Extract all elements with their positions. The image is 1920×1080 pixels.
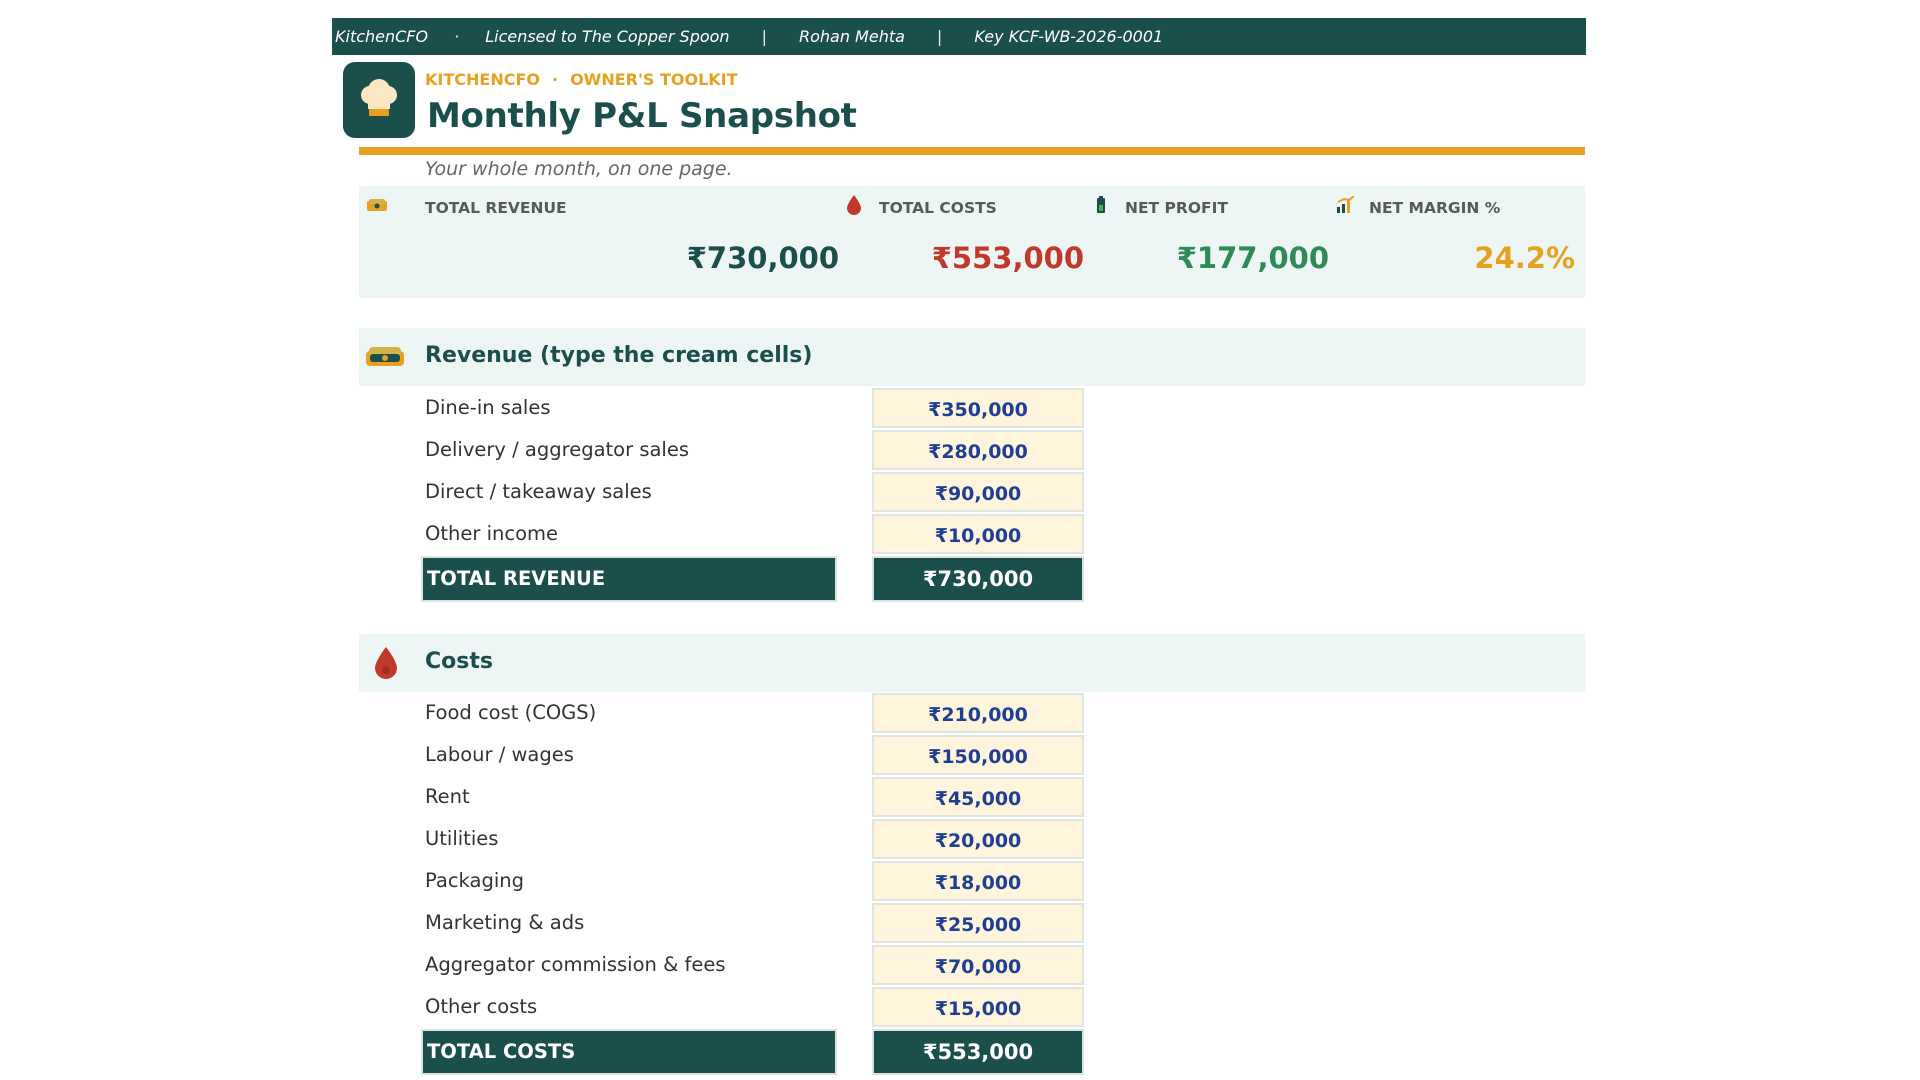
revenue-input-cell[interactable]: ₹280,000 bbox=[872, 430, 1084, 470]
cost-row-label: Other costs bbox=[425, 995, 538, 1018]
kpi-profit-label: NET PROFIT bbox=[1125, 199, 1228, 217]
license-user: Rohan Mehta bbox=[798, 27, 905, 46]
license-separator-bar: | bbox=[761, 27, 767, 46]
total-revenue-value: ₹730,000 bbox=[872, 556, 1084, 602]
cost-input-cell[interactable]: ₹45,000 bbox=[872, 777, 1084, 817]
license-licensee: Licensed to The Copper Spoon bbox=[485, 27, 730, 46]
kpi-revenue-label: TOTAL REVENUE bbox=[425, 199, 567, 217]
cost-input-cell[interactable]: ₹70,000 bbox=[872, 945, 1084, 985]
kpi-costs-label: TOTAL COSTS bbox=[879, 199, 997, 217]
costs-section-title: Costs bbox=[425, 649, 493, 674]
revenue-section-title: Revenue (type the cream cells) bbox=[425, 343, 813, 368]
kpi-margin-value: 24.2% bbox=[1474, 241, 1575, 275]
cost-row-label: Food cost (COGS) bbox=[425, 701, 597, 724]
blood-drop-icon bbox=[375, 647, 397, 679]
cost-row-label: Aggregator commission & fees bbox=[425, 953, 726, 976]
brand-name: KITCHENCFO bbox=[425, 70, 540, 89]
brand-separator: · bbox=[552, 70, 559, 89]
battery-icon bbox=[1097, 196, 1105, 213]
toolkit-label: OWNER'S TOOLKIT bbox=[570, 70, 738, 89]
license-key: Key KCF-WB-2026-0001 bbox=[974, 27, 1164, 46]
tagline: Your whole month, on one page. bbox=[425, 158, 733, 180]
license-separator-dot: · bbox=[454, 27, 460, 46]
total-revenue-label: TOTAL REVENUE bbox=[421, 556, 837, 602]
total-costs-label: TOTAL COSTS bbox=[421, 1029, 837, 1075]
cost-input-cell[interactable]: ₹150,000 bbox=[872, 735, 1084, 775]
cost-row-label: Utilities bbox=[425, 827, 499, 850]
kpi-profit-value: ₹177,000 bbox=[1176, 241, 1329, 275]
money-stack-icon bbox=[366, 347, 404, 366]
revenue-row-label: Delivery / aggregator sales bbox=[425, 438, 690, 461]
cost-input-cell[interactable]: ₹25,000 bbox=[872, 903, 1084, 943]
kpi-costs-value: ₹553,000 bbox=[931, 241, 1084, 275]
costs-section-header: Costs bbox=[359, 634, 1585, 692]
total-costs-value: ₹553,000 bbox=[872, 1029, 1084, 1075]
title-underline bbox=[359, 147, 1585, 155]
brand-line: KITCHENCFO · OWNER'S TOOLKIT bbox=[425, 70, 738, 92]
license-separator-bar: | bbox=[936, 27, 943, 46]
revenue-row-label: Dine-in sales bbox=[425, 396, 551, 419]
revenue-section-header: Revenue (type the cream cells) bbox=[359, 328, 1585, 386]
revenue-row-label: Other income bbox=[425, 522, 558, 545]
revenue-row-label: Direct / takeaway sales bbox=[425, 480, 652, 503]
cost-input-cell[interactable]: ₹20,000 bbox=[872, 819, 1084, 859]
money-stack-icon bbox=[367, 199, 387, 211]
revenue-input-cell[interactable]: ₹350,000 bbox=[872, 388, 1084, 428]
cost-row-label: Marketing & ads bbox=[425, 911, 585, 934]
blood-drop-icon bbox=[847, 195, 861, 215]
page-title: Monthly P&L Snapshot bbox=[427, 96, 857, 136]
bar-chart-icon bbox=[1337, 196, 1355, 213]
kpi-summary-band: TOTAL REVENUE ₹730,000 TOTAL COSTS ₹553,… bbox=[359, 186, 1585, 298]
revenue-input-cell[interactable]: ₹90,000 bbox=[872, 472, 1084, 512]
chef-hat-icon bbox=[361, 79, 397, 116]
license-bar: KitchenCFO · Licensed to The Copper Spoo… bbox=[332, 18, 1586, 55]
kpi-margin-label: NET MARGIN % bbox=[1369, 199, 1501, 217]
worksheet: KitchenCFO · Licensed to The Copper Spoo… bbox=[0, 0, 1920, 1080]
logo bbox=[343, 62, 415, 138]
license-app-name: KitchenCFO bbox=[335, 27, 429, 46]
cost-row-label: Labour / wages bbox=[425, 743, 574, 766]
cost-row-label: Rent bbox=[425, 785, 470, 808]
kpi-revenue-value: ₹730,000 bbox=[686, 241, 839, 275]
revenue-input-cell[interactable]: ₹10,000 bbox=[872, 514, 1084, 554]
cost-row-label: Packaging bbox=[425, 869, 524, 892]
cost-input-cell[interactable]: ₹18,000 bbox=[872, 861, 1084, 901]
cost-input-cell[interactable]: ₹15,000 bbox=[872, 987, 1084, 1027]
cost-input-cell[interactable]: ₹210,000 bbox=[872, 693, 1084, 733]
